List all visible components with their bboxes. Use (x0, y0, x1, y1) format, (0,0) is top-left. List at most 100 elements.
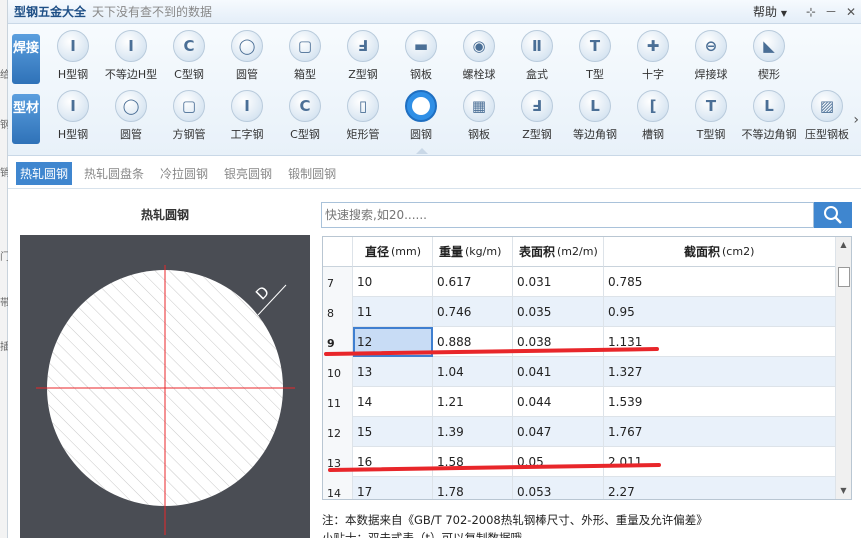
table-cell[interactable]: 1.21 (433, 387, 513, 417)
minimize-button[interactable]: － (821, 3, 841, 20)
table-cell[interactable]: 1.539 (604, 387, 835, 417)
table-cell[interactable]: 0.035 (513, 297, 604, 327)
tool-box-section[interactable]: ▢ 箱型 (276, 30, 334, 88)
subtab-item[interactable]: 银亮圆钢 (220, 162, 276, 185)
header-surface-area[interactable]: 表面积 (m2/m) (513, 237, 604, 267)
tool-t-section[interactable]: T T型钢 (682, 90, 740, 148)
tool-bolt-ball[interactable]: ◉ 螺栓球 (450, 30, 508, 88)
table-row[interactable]: 12 15 1.39 0.047 1.767 (323, 417, 835, 447)
table-cell[interactable]: 0.888 (433, 327, 513, 357)
table-row[interactable]: 7 10 0.617 0.031 0.785 (323, 267, 835, 297)
table-cell[interactable]: 0.95 (604, 297, 835, 327)
table-cell[interactable]: 12 (353, 327, 433, 357)
table-row[interactable]: 14 17 1.78 0.053 2.27 (323, 477, 835, 499)
unequal-angle-icon: L (753, 90, 785, 122)
table-row[interactable]: 9 12 0.888 0.038 1.131 (323, 327, 835, 357)
tool-square-tube[interactable]: ▢ 方钢管 (160, 90, 218, 148)
tool-z-section[interactable]: Ⅎ Z型钢 (508, 90, 566, 148)
tool-steel-plate[interactable]: ▬ 钢板 (392, 30, 450, 88)
table-cell[interactable]: 1.39 (433, 417, 513, 447)
app-slogan: 天下没有查不到的数据 (92, 5, 213, 19)
subtab-item[interactable]: 锻制圆钢 (284, 162, 340, 185)
c-channel-icon: C (289, 90, 321, 122)
table-cell[interactable]: 16 (353, 447, 433, 477)
tool-unequal-h-beam[interactable]: I 不等边H型 (102, 30, 160, 88)
tool-box-type[interactable]: Ⅱ 盒式 (508, 30, 566, 88)
table-row[interactable]: 13 16 1.58 0.05 2.011 (323, 447, 835, 477)
dimension-label-d: D (252, 283, 273, 304)
search-input[interactable] (321, 202, 814, 228)
table-cell[interactable]: 1.04 (433, 357, 513, 387)
subtab-item[interactable]: 热轧圆钢 (16, 161, 73, 185)
tool-c-channel[interactable]: C C型钢 (160, 30, 218, 88)
tool-rectangular-tube[interactable]: ▯ 矩形管 (334, 90, 392, 148)
scroll-down-icon[interactable]: ▼ (836, 483, 851, 499)
table-cell[interactable]: 1.131 (604, 327, 835, 357)
tool-channel[interactable]: [槽钢 (624, 90, 682, 148)
table-cell[interactable]: 0.047 (513, 417, 604, 447)
header-section-area[interactable]: 截面积 (cm2) (604, 237, 835, 267)
table-cell[interactable]: 17 (353, 477, 433, 499)
tool-welded-ball[interactable]: ⊖ 焊接球 (682, 30, 740, 88)
table-cell[interactable]: 0.746 (433, 297, 513, 327)
table-cell[interactable]: 15 (353, 417, 433, 447)
table-cell[interactable]: 1.767 (604, 417, 835, 447)
chevron-down-icon: ▼ (780, 9, 787, 18)
subtab-item[interactable]: 热轧圆盘条 (80, 162, 148, 185)
table-cell[interactable]: 14 (353, 387, 433, 417)
table-cell[interactable]: 2.27 (604, 477, 835, 499)
tool-round-tube[interactable]: ◯ 圆管 (218, 30, 276, 88)
table-cell[interactable]: 0.785 (604, 267, 835, 297)
tool-z-section[interactable]: Ⅎ Z型钢 (334, 30, 392, 88)
table-cell[interactable]: 11 (353, 297, 433, 327)
tool-cross-section[interactable]: ✚ 十字 (624, 30, 682, 88)
search-button[interactable] (814, 202, 852, 228)
header-weight[interactable]: 重量 (kg/m) (433, 237, 513, 267)
tool-unequal-angle[interactable]: L 不等边角钢 (740, 90, 798, 148)
category-tab-welded[interactable]: 焊接 (12, 34, 40, 84)
table-scrollbar[interactable]: ▲ ▼ (835, 237, 851, 499)
table-cell[interactable]: 1.78 (433, 477, 513, 499)
table-cell[interactable]: 0.617 (433, 267, 513, 297)
tool-round-bar[interactable]: 圆钢 (392, 90, 450, 154)
tool-i-beam[interactable]: I 工字钢 (218, 90, 276, 148)
table-row[interactable]: 8 11 0.746 0.035 0.95 (323, 297, 835, 327)
subtab-item[interactable]: 冷拉圆钢 (156, 162, 212, 185)
table-row[interactable]: 11 14 1.21 0.044 1.539 (323, 387, 835, 417)
tool-equal-angle[interactable]: L 等边角钢 (566, 90, 624, 148)
table-cell[interactable]: 0.05 (513, 447, 604, 477)
table-row[interactable]: 10 13 1.04 0.041 1.327 (323, 357, 835, 387)
tool-h-beam[interactable]: I H型钢 (44, 90, 102, 148)
category-tab-profiles[interactable]: 型材 (12, 94, 40, 144)
chevron-right-icon[interactable]: › (853, 112, 859, 128)
tool-profiled-sheet[interactable]: ▨ 压型钢板 (798, 90, 856, 148)
pin-button[interactable]: ⊹ (801, 5, 821, 19)
table-cell[interactable]: 2.011 (604, 447, 835, 477)
tool-label: 螺栓球 (462, 68, 496, 81)
table-cell[interactable]: 0.044 (513, 387, 604, 417)
help-menu[interactable]: 帮助 ▼ (753, 3, 787, 20)
z-section-icon: Ⅎ (347, 30, 379, 62)
table-cell[interactable]: 1.58 (433, 447, 513, 477)
table-cell[interactable]: 13 (353, 357, 433, 387)
header-diameter[interactable]: 直径 (mm) (353, 237, 433, 267)
tool-wedge[interactable]: ◣ 楔形 (740, 30, 798, 88)
table-cell[interactable]: 0.038 (513, 327, 604, 357)
table-cell[interactable]: 1.327 (604, 357, 835, 387)
tool-steel-plate[interactable]: ▦ 钢板 (450, 90, 508, 148)
table-cell[interactable]: 0.053 (513, 477, 604, 499)
round-bar-icon (405, 90, 437, 122)
table-cell[interactable]: 0.031 (513, 267, 604, 297)
t-section-icon: T (695, 90, 727, 122)
scroll-up-icon[interactable]: ▲ (836, 237, 851, 253)
scroll-thumb[interactable] (838, 267, 850, 287)
close-button[interactable]: ✕ (841, 5, 861, 19)
table-cell[interactable]: 10 (353, 267, 433, 297)
box-section-icon: ▢ (289, 30, 321, 62)
steel-plate-icon: ▬ (405, 30, 437, 62)
tool-h-beam[interactable]: I H型钢 (44, 30, 102, 88)
tool-round-tube[interactable]: ◯ 圆管 (102, 90, 160, 148)
tool-t-section[interactable]: T T型 (566, 30, 624, 88)
table-cell[interactable]: 0.041 (513, 357, 604, 387)
tool-c-channel[interactable]: C C型钢 (276, 90, 334, 148)
